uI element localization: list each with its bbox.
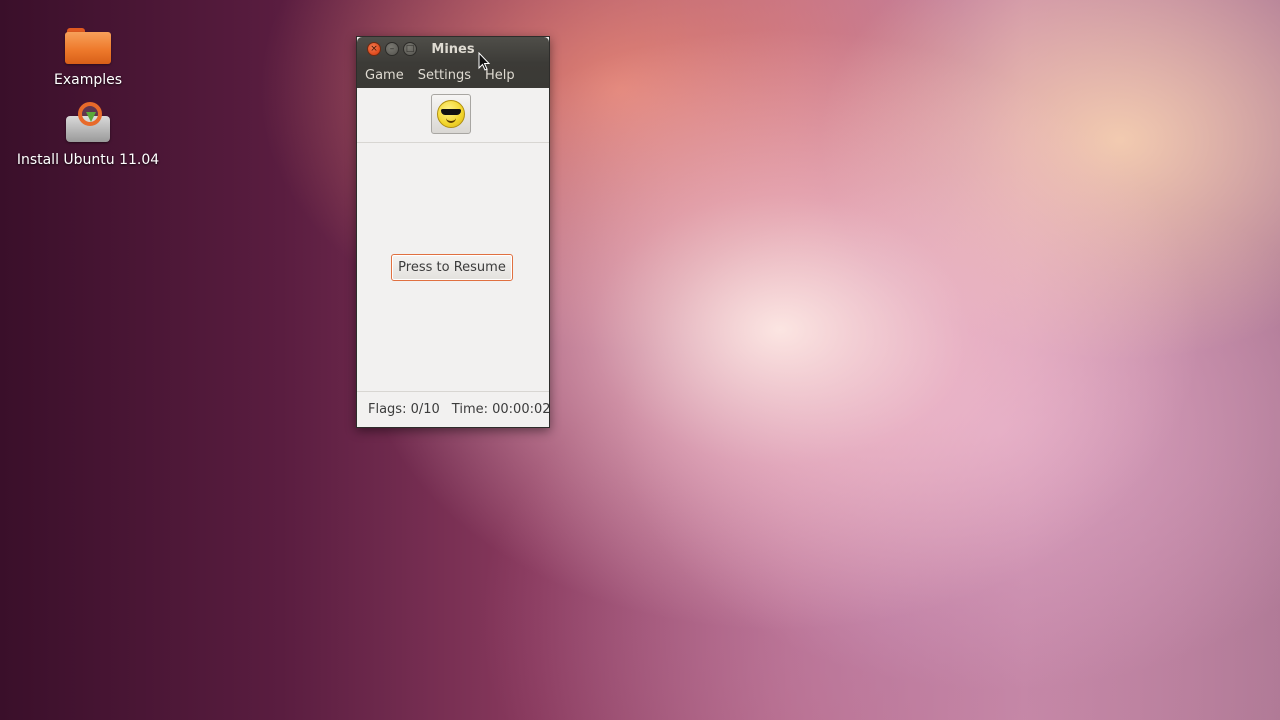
- status-bar: Flags: 0/10 Time: 00:00:02: [357, 391, 549, 426]
- toolbar: [357, 88, 549, 143]
- window-titlebar[interactable]: × – □ Mines: [357, 37, 549, 62]
- resume-button[interactable]: Press to Resume: [391, 254, 513, 281]
- mines-window: × – □ Mines Game Settings Help Press to …: [356, 36, 550, 428]
- cool-smiley-icon: [437, 100, 465, 128]
- game-timer: Time: 00:00:02: [451, 401, 549, 417]
- installer-icon: [64, 102, 112, 144]
- menu-bar: Game Settings Help: [357, 62, 549, 88]
- desktop-icon-label: Examples: [53, 72, 123, 88]
- desktop-icon-install-ubuntu[interactable]: Install Ubuntu 11.04: [8, 102, 168, 168]
- menu-game[interactable]: Game: [361, 68, 411, 83]
- game-board-paused: Press to Resume: [357, 143, 549, 391]
- window-title: Mines: [431, 42, 475, 57]
- menu-settings[interactable]: Settings: [414, 68, 478, 83]
- folder-icon: [65, 26, 111, 64]
- desktop: Examples Install Ubuntu 11.04 × – □ Mine…: [0, 0, 1280, 720]
- new-game-button[interactable]: [431, 94, 471, 134]
- flags-counter: Flags: 0/10: [368, 401, 440, 417]
- desktop-icon-label: Install Ubuntu 11.04: [16, 152, 160, 168]
- desktop-icon-examples[interactable]: Examples: [8, 26, 168, 88]
